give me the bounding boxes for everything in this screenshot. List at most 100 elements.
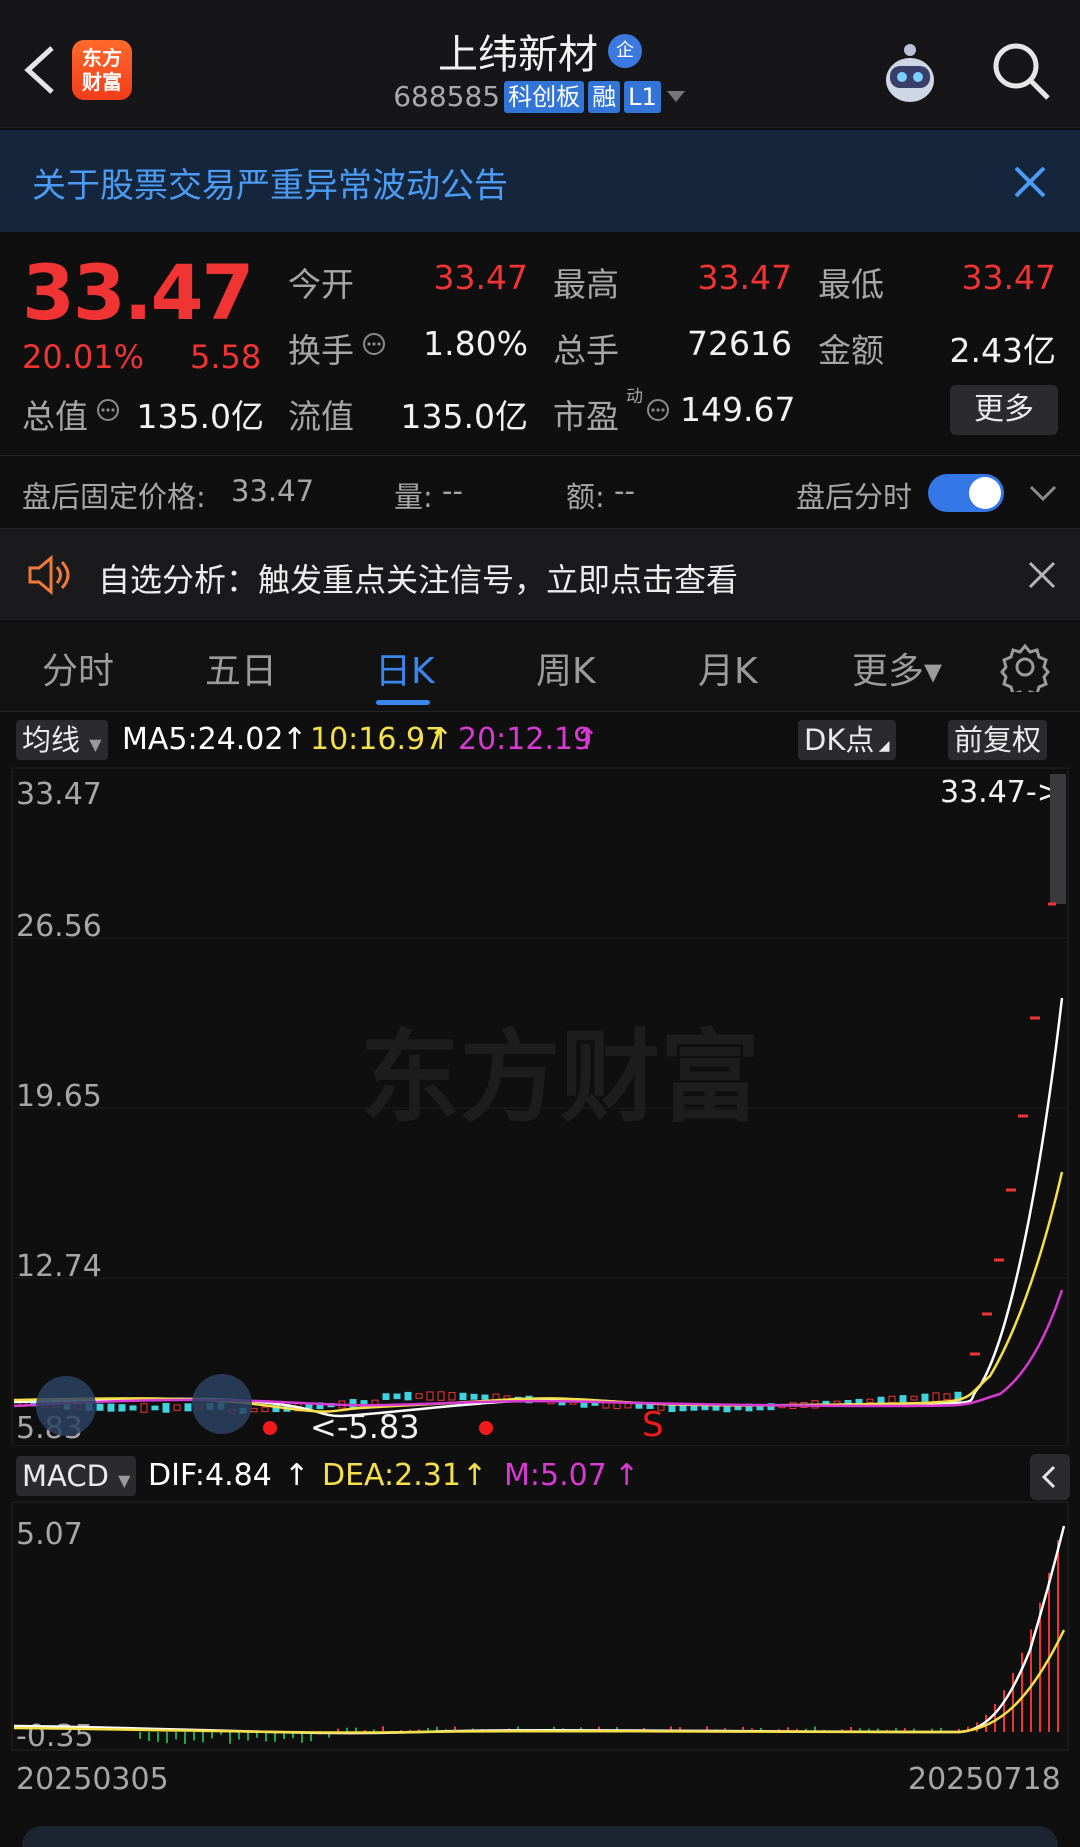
candle <box>459 1392 467 1401</box>
info-icon[interactable] <box>96 398 120 422</box>
after-hours-row: 盘后固定价格: 33.47 量: -- 额: -- 盘后分时 <box>0 456 1080 526</box>
macd-selector[interactable]: MACD ▼ <box>16 1456 137 1496</box>
announcement-banner[interactable]: 关于股票交易严重异常波动公告 <box>0 130 1080 232</box>
arrow-up-icon: ↑ <box>282 722 308 757</box>
candle <box>624 1402 632 1409</box>
candle <box>888 1395 896 1403</box>
candle <box>481 1394 489 1400</box>
signal-text[interactable]: 自选分析：触发重点关注信号，立即点击查看 <box>98 555 738 601</box>
macd-chart[interactable]: 5.07 -0.35 <box>0 1500 1080 1754</box>
candle <box>943 1393 951 1401</box>
search-icon <box>993 43 1050 100</box>
tab-weekly-k[interactable]: 周K <box>536 642 596 694</box>
stock-code: 688585 <box>393 80 501 113</box>
margin-tag: 融 <box>588 80 621 113</box>
collapse-panel-button[interactable] <box>1030 1454 1070 1500</box>
pe-superscript: 动 <box>626 387 643 407</box>
low-price-marker: <-5.83 <box>310 1408 420 1446</box>
candle <box>899 1395 907 1403</box>
candle <box>712 1405 720 1411</box>
stock-name: 上纬新材 <box>438 32 598 78</box>
corner-triangle-icon: ◢ <box>874 738 890 754</box>
candle <box>129 1405 137 1411</box>
pe-label: 市盈 <box>553 397 619 436</box>
ma-legend-row: 均线 ▼ MA5:24.02 ↑ 10:16.97 ↑ 20:12.19 ↑ D… <box>0 714 1080 766</box>
candle <box>921 1393 929 1402</box>
candle <box>855 1398 863 1405</box>
more-quote-button[interactable]: 更多 <box>950 385 1058 435</box>
start-date-label: 20250305 <box>16 1762 169 1797</box>
tab-monthly-k[interactable]: 月K <box>698 642 758 694</box>
board-tag: 科创板 <box>504 80 585 113</box>
candle <box>437 1391 445 1401</box>
chevron-down-icon[interactable] <box>1026 478 1060 508</box>
close-icon[interactable] <box>1026 559 1058 591</box>
open-value: 33.47 <box>433 258 528 297</box>
ma10-line <box>13 1171 1064 1413</box>
candle <box>250 1407 258 1413</box>
info-icon[interactable] <box>646 398 670 422</box>
info-icon[interactable] <box>362 332 386 356</box>
arrow-up-icon: ↑ <box>428 722 454 757</box>
y-axis-label: 26.56 <box>16 909 102 944</box>
scroll-handle[interactable] <box>1050 774 1066 904</box>
indicator-selector[interactable]: 均线 ▼ <box>16 720 108 760</box>
arrow-up-icon: ↑ <box>614 1458 640 1493</box>
tab-daily-k[interactable]: 日K <box>375 642 435 694</box>
candle <box>404 1391 412 1401</box>
y-axis-label: 5.07 <box>16 1517 83 1552</box>
dk-point-button[interactable]: DK点 ◢ <box>798 720 896 760</box>
candle <box>470 1393 478 1400</box>
announcement-text[interactable]: 关于股票交易严重异常波动公告 <box>32 158 508 207</box>
candle <box>426 1391 434 1401</box>
ah-volume-value: -- <box>442 474 463 508</box>
pe-value: 149.67 <box>680 390 796 429</box>
candle <box>877 1396 885 1404</box>
candle <box>448 1391 456 1401</box>
adjust-button[interactable]: 前复权 <box>948 720 1048 760</box>
y-axis-label: 33.47 <box>16 777 102 812</box>
y-axis-label: 12.74 <box>16 1249 102 1284</box>
fixed-price-label: 盘后固定价格: <box>22 480 206 514</box>
candle <box>261 1406 269 1413</box>
tab-five-day[interactable]: 五日 <box>205 642 277 694</box>
ma20-label: 20:12.19 <box>458 722 593 757</box>
after-hours-toggle[interactable] <box>928 474 1004 512</box>
toggle-knob <box>969 477 1001 509</box>
macd-legend-row: MACD ▼ DIF:4.84 ↑ DEA:2.31 ↑ M:5.07 ↑ <box>0 1452 1080 1502</box>
candle <box>184 1403 192 1412</box>
bottom-panel[interactable] <box>22 1826 1058 1847</box>
ah-toggle-label: 盘后分时 <box>796 480 913 514</box>
signal-banner[interactable]: 自选分析：触发重点关注信号，立即点击查看 <box>0 528 1080 620</box>
arrow-up-icon: ↑ <box>574 722 600 757</box>
caret-down-icon: ▼ <box>89 735 102 754</box>
total-cap-label: 总值 <box>22 397 88 436</box>
total-cap-value: 135.0亿 <box>136 397 264 436</box>
float-cap-label: 流值 <box>288 397 354 436</box>
candle <box>151 1405 159 1411</box>
chevron-left-icon <box>1041 1465 1056 1489</box>
macd-selector-label: MACD <box>22 1459 109 1493</box>
tab-intraday[interactable]: 分时 <box>42 642 114 694</box>
robot-assistant-icon[interactable] <box>874 36 946 108</box>
close-icon[interactable] <box>1010 162 1050 202</box>
gear-icon[interactable] <box>1000 642 1050 692</box>
candle <box>118 1404 126 1412</box>
level-tag: L1 <box>624 80 661 113</box>
search-button[interactable] <box>988 38 1054 104</box>
float-cap-value: 135.0亿 <box>400 397 528 436</box>
low-value: 33.47 <box>961 258 1056 297</box>
drawing-tool-icon[interactable] <box>36 1376 96 1436</box>
zoom-tool-icon[interactable] <box>192 1374 252 1434</box>
speaker-icon <box>28 554 70 596</box>
k-line-chart[interactable]: 东方财富 33.47 26.56 19.65 12.74 5.83 33.47-… <box>0 766 1080 1446</box>
candle <box>382 1393 390 1400</box>
ma10-label: 10:16.97 <box>310 722 445 757</box>
turnover-value: 1.80% <box>423 324 528 363</box>
chart-tabs: 分时 五日 日K 周K 月K 更多▾ <box>0 622 1080 712</box>
tab-more[interactable]: 更多▾ <box>852 642 942 694</box>
caret-down-icon <box>666 90 685 102</box>
high-value: 33.47 <box>697 258 792 297</box>
ma20-line <box>13 1289 1064 1408</box>
turnover-label: 换手 <box>288 331 354 370</box>
